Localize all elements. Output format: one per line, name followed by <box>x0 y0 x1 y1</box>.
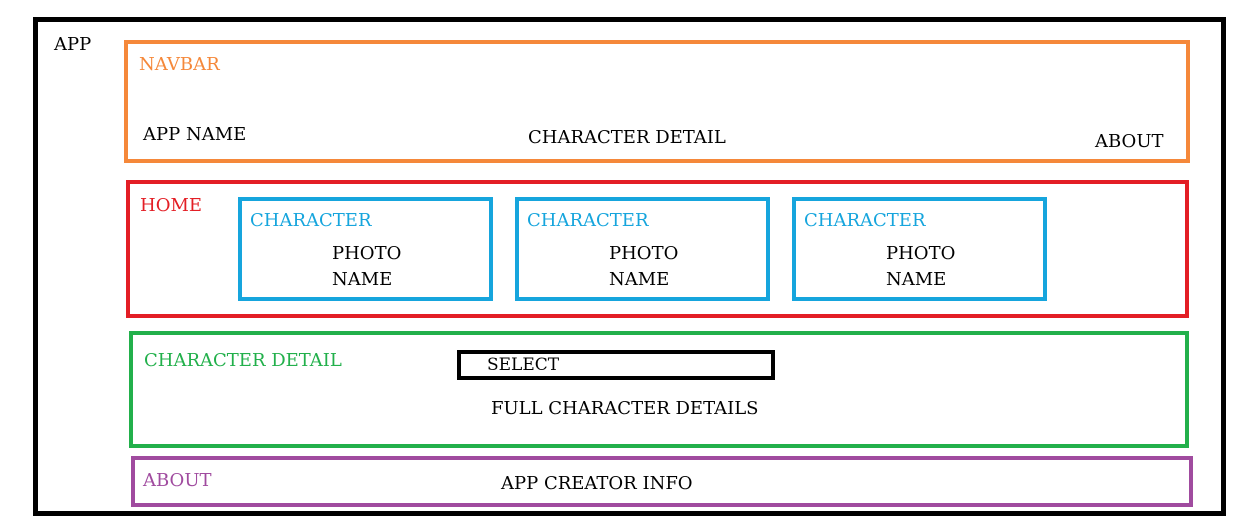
character-detail-section <box>129 331 1189 448</box>
character-card-name: NAME <box>332 269 393 290</box>
app-creator-info: APP CREATOR INFO <box>501 473 693 494</box>
character-select-label: SELECT <box>487 355 560 375</box>
nav-link-character-detail[interactable]: CHARACTER DETAIL <box>528 129 726 147</box>
nav-link-about[interactable]: ABOUT <box>1095 133 1164 151</box>
character-card-photo: PHOTO <box>332 243 402 264</box>
character-card-title: CHARACTER <box>250 210 372 231</box>
character-card-title: CHARACTER <box>804 210 926 231</box>
navbar-label: NAVBAR <box>139 54 220 75</box>
character-card-photo: PHOTO <box>609 243 679 264</box>
full-character-details: FULL CHARACTER DETAILS <box>491 398 759 419</box>
character-detail-label: CHARACTER DETAIL <box>144 350 342 371</box>
about-label: ABOUT <box>143 470 212 491</box>
character-card-name: NAME <box>886 269 947 290</box>
character-card-title: CHARACTER <box>527 210 649 231</box>
character-card-name: NAME <box>609 269 670 290</box>
app-name[interactable]: APP NAME <box>143 126 246 144</box>
character-card-photo: PHOTO <box>886 243 956 264</box>
home-label: HOME <box>140 195 203 216</box>
app-label: APP <box>54 34 92 55</box>
